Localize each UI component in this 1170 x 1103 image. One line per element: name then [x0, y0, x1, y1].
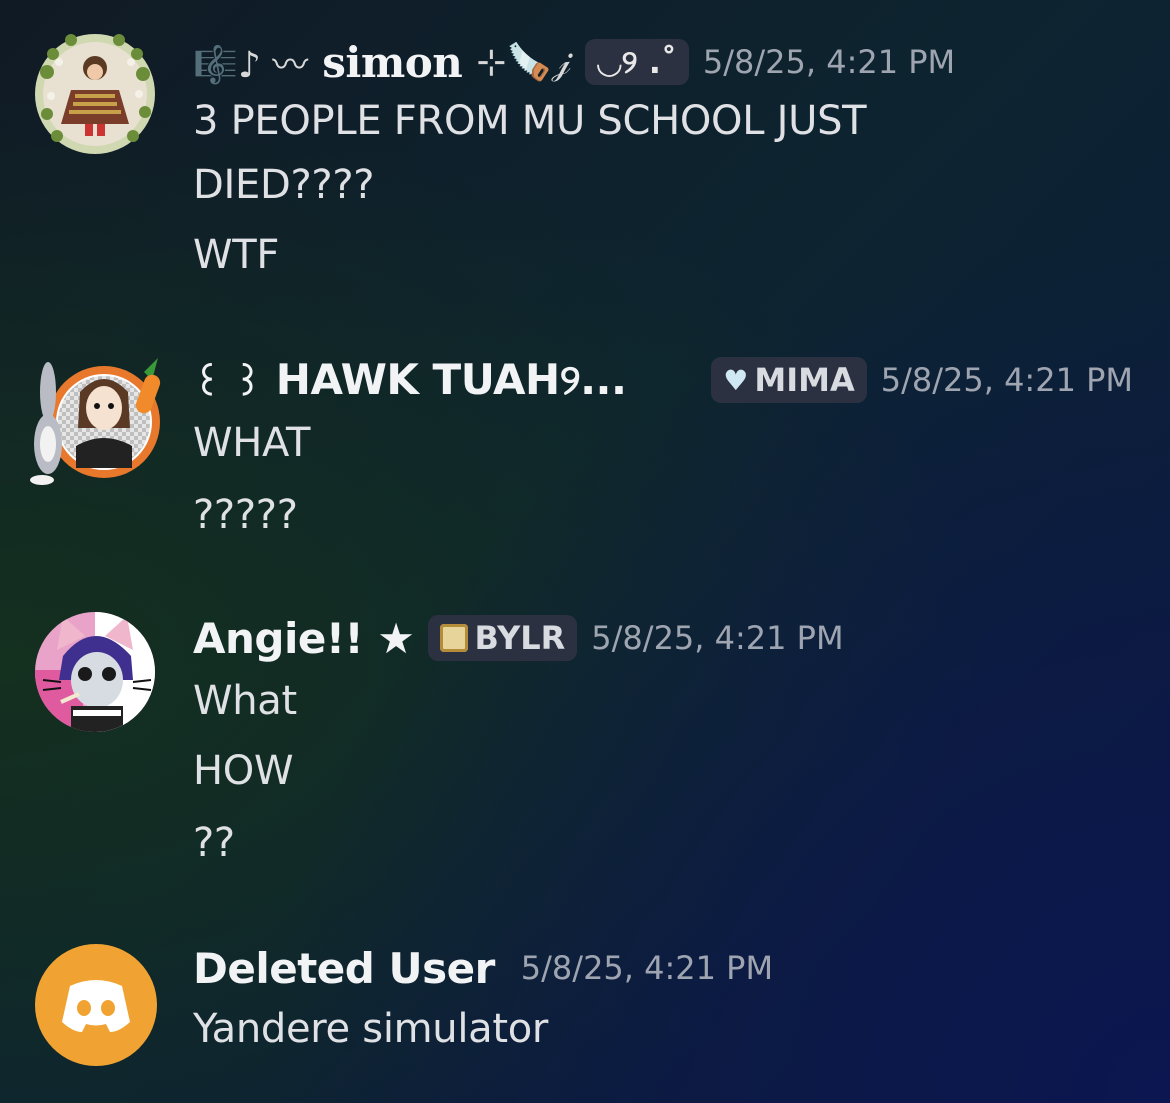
username-prefix: 🎼♪ 〰	[193, 45, 309, 86]
message-line: WTF	[193, 232, 280, 278]
username-suffix: ⊹🪚𝒿	[476, 41, 572, 83]
message-header: Deleted User 5/8/25, 4:21 PM	[193, 940, 773, 996]
message-line: 3 PEOPLE FROM MU SCHOOL JUST	[193, 98, 867, 144]
guild-tag[interactable]: ♥ MIMA	[711, 357, 867, 403]
username[interactable]: Deleted User	[193, 944, 495, 993]
message-line: ??	[193, 820, 235, 866]
tag-label: MIMA	[754, 361, 855, 399]
username[interactable]: Angie!! ★	[193, 614, 415, 663]
bugs-bunny-portrait-icon	[30, 358, 161, 485]
guild-tag[interactable]: BYLR	[428, 615, 578, 661]
timestamp: 5/8/25, 4:21 PM	[702, 43, 956, 81]
message-line: DIED????	[193, 162, 375, 208]
tag-label: ◡୨ .˚	[597, 42, 677, 81]
crest-icon	[440, 624, 469, 652]
message-header: ꒰ ꒱ HAWK TUAH ୨... ♥ MIMA 5/8/25, 4:21 PM	[193, 352, 1133, 408]
timestamp: 5/8/25, 4:21 PM	[520, 949, 774, 987]
doll-in-flower-wreath-icon	[35, 34, 155, 154]
avatar[interactable]	[35, 944, 157, 1066]
username[interactable]: HAWK TUAH ୨...	[276, 355, 627, 405]
purple-hair-cat-ears-icon	[35, 612, 155, 732]
avatar[interactable]	[26, 352, 162, 488]
message-line: WHAT	[193, 420, 311, 466]
username-prefix: ꒰ ꒱	[193, 363, 262, 404]
message-header: 🎼♪ 〰 simon ⊹🪚𝒿 ◡୨ .˚ 5/8/25, 4:21 PM	[193, 34, 955, 90]
message-line: ?????	[193, 492, 298, 538]
heart-icon: ♥	[723, 363, 749, 397]
message-header: Angie!! ★ BYLR 5/8/25, 4:21 PM	[193, 610, 844, 666]
message-line: What	[193, 678, 297, 724]
message-line: Yandere simulator	[193, 1006, 549, 1052]
timestamp: 5/8/25, 4:21 PM	[880, 361, 1133, 399]
tag-label: BYLR	[474, 619, 566, 657]
avatar[interactable]	[33, 610, 157, 734]
message-line: HOW	[193, 748, 294, 794]
avatar[interactable]	[33, 32, 157, 156]
timestamp: 5/8/25, 4:21 PM	[591, 619, 844, 657]
username[interactable]: simon	[322, 38, 463, 87]
guild-tag[interactable]: ◡୨ .˚	[585, 39, 689, 85]
username-suffix: ୨...	[559, 355, 627, 404]
discord-logo-icon	[35, 944, 157, 1066]
username-text: HAWK TUAH	[275, 355, 560, 404]
